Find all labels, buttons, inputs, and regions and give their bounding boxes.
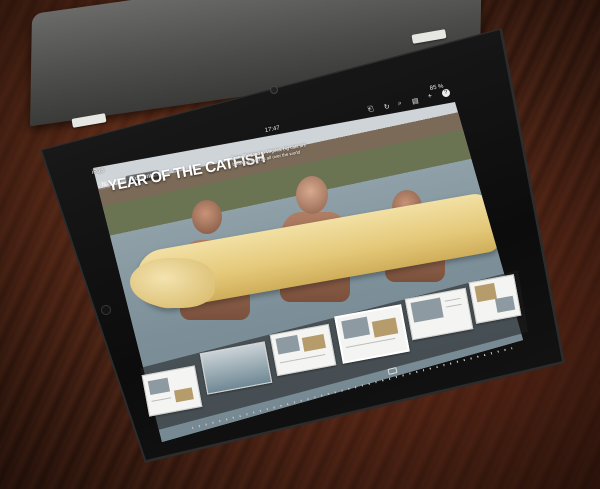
- page-thumbnail[interactable]: [468, 274, 522, 324]
- home-button[interactable]: [101, 305, 111, 315]
- person-middle-head: [296, 176, 328, 214]
- person-left-head: [192, 200, 222, 234]
- camera-icon: [270, 86, 278, 94]
- catfish-head: [130, 258, 215, 308]
